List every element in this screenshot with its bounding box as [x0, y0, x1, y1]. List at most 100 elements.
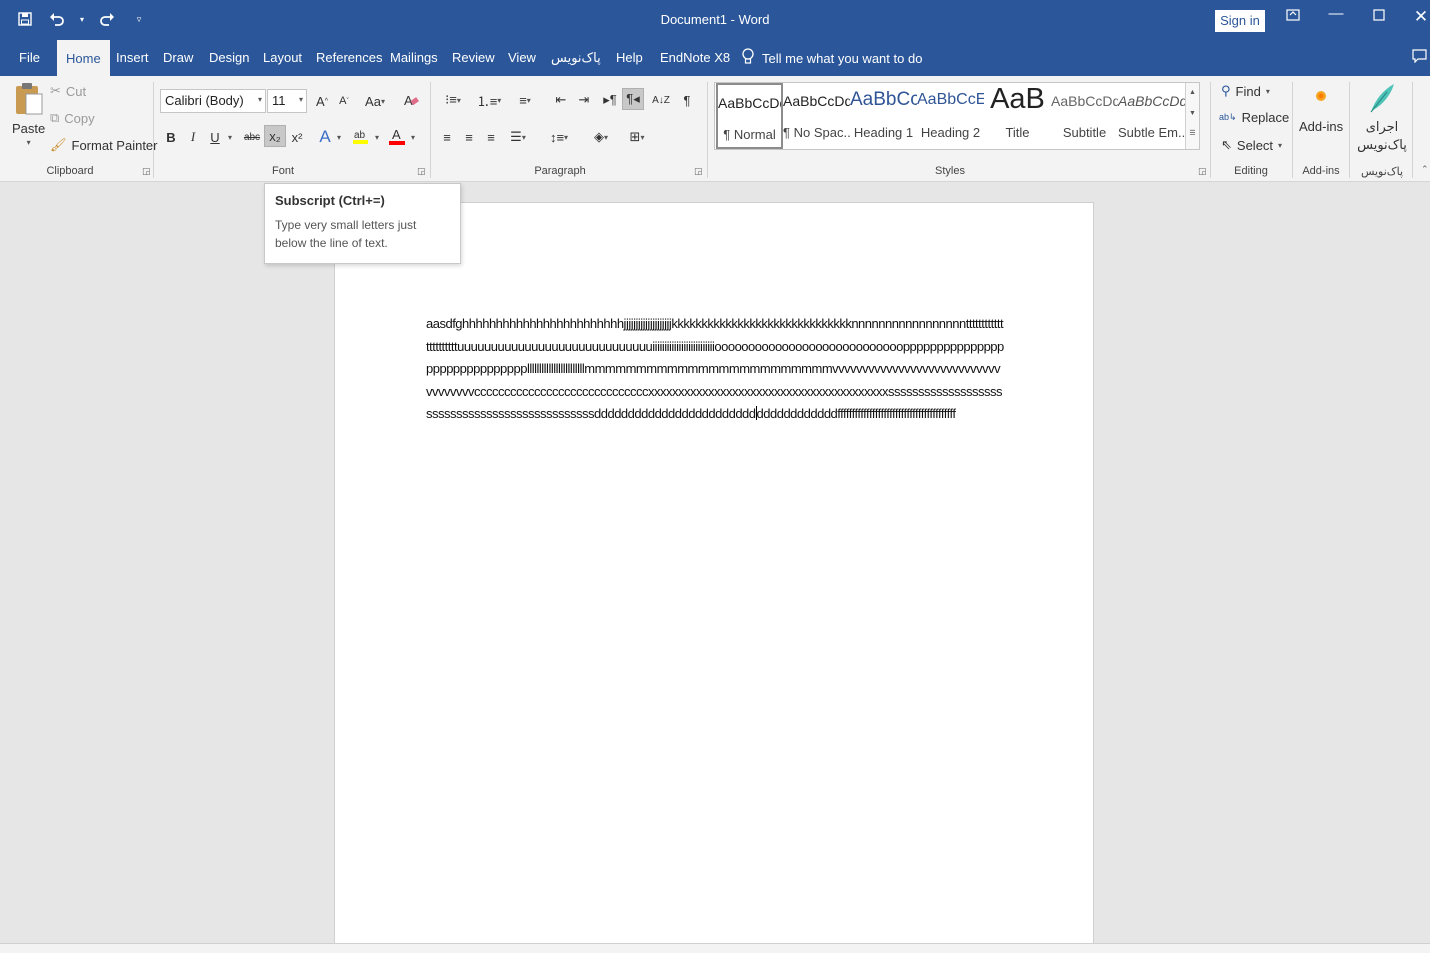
tab-endnote[interactable]: EndNote X8 [660, 50, 730, 65]
divider [153, 82, 154, 178]
ribbon-display-options-icon[interactable] [1280, 8, 1306, 25]
divider [1349, 82, 1350, 178]
font-group-label: Font [271, 165, 294, 177]
shrink-font-button[interactable]: Aˇ [333, 90, 355, 112]
tell-me-box[interactable]: Tell me what you want to do [742, 48, 922, 69]
undo-icon[interactable] [46, 8, 68, 30]
style-no-spacing[interactable]: AaBbCcDd ¶ No Spac... [783, 83, 850, 149]
style-title[interactable]: AaB Title [984, 83, 1051, 149]
comments-icon[interactable] [1412, 49, 1427, 66]
style-heading-1[interactable]: AaBbCc Heading 1 [850, 83, 917, 149]
underline-dropdown-icon[interactable]: ▾ [224, 126, 236, 148]
add-ins-button[interactable]: Add-ins [1299, 90, 1343, 134]
subscript-button[interactable]: x₂ [264, 125, 286, 147]
tab-help[interactable]: Help [616, 50, 643, 65]
line-spacing-button[interactable]: ↕≡ ▾ [544, 126, 574, 148]
sign-in-button[interactable]: Sign in [1215, 10, 1265, 32]
document-page[interactable]: aasdfghhhhhhhhhhhhhhhhhhhhhhhhjjjjjjjjjj… [334, 202, 1094, 953]
italic-button[interactable]: I [182, 126, 204, 148]
styles-gallery-scroll[interactable]: ▲ ▼ ☰ [1185, 83, 1199, 149]
tab-design[interactable]: Design [209, 50, 249, 65]
tab-review[interactable]: Review [452, 50, 495, 65]
font-family-combo[interactable]: Calibri (Body) ▾ [160, 89, 266, 113]
font-color-dropdown-icon[interactable]: ▾ [407, 126, 419, 148]
style-normal[interactable]: AaBbCcDd ¶ Normal [716, 83, 783, 149]
tab-insert[interactable]: Insert [116, 50, 149, 65]
style-preview: AaBbCc [850, 89, 917, 110]
redo-icon[interactable] [96, 8, 118, 30]
font-size-combo[interactable]: 11 ▾ [267, 89, 307, 113]
align-left-button[interactable]: ≡ [436, 126, 458, 148]
style-heading-2[interactable]: AaBbCcE Heading 2 [917, 83, 984, 149]
align-right-button[interactable]: ≡ [480, 126, 502, 148]
numbering-button[interactable]: ⒈≡ ▾ [474, 89, 504, 111]
strikethrough-button[interactable]: abc [240, 126, 264, 148]
tab-paknevis[interactable]: پاک‌نویس [551, 50, 601, 66]
ltr-direction-button[interactable]: ▸¶ [599, 89, 621, 111]
format-painter-button[interactable]: 🖌 Format Painter [50, 137, 158, 153]
clipboard-launcher-icon[interactable]: ◲ [142, 166, 151, 177]
tab-mailings[interactable]: Mailings [390, 50, 438, 65]
decrease-indent-button[interactable]: ⇤ [550, 89, 572, 111]
style-preview: AaBbCcE [917, 91, 984, 108]
font-launcher-icon[interactable]: ◲ [417, 166, 426, 177]
borders-button[interactable]: ⊞ ▾ [622, 126, 652, 148]
highlight-button[interactable]: ab [350, 126, 372, 148]
style-subtitle[interactable]: AaBbCcDd Subtitle [1051, 83, 1118, 149]
tab-home[interactable]: Home [57, 40, 110, 76]
change-case-button[interactable]: Aa ▾ [360, 90, 390, 112]
superscript-button[interactable]: x² [286, 126, 308, 148]
underline-button[interactable]: U [204, 126, 226, 148]
increase-indent-button[interactable]: ⇥ [573, 89, 595, 111]
replace-button[interactable]: ab↳ Replace [1219, 110, 1289, 125]
bold-button[interactable]: B [160, 126, 182, 148]
select-button[interactable]: ⇖ Select ▾ [1221, 137, 1282, 153]
run-paknevis-button[interactable]: اجرای پاک‌نویس [1355, 82, 1409, 153]
paknevis-label-2: پاک‌نویس [1357, 137, 1407, 152]
sort-button[interactable]: A↓Z [650, 89, 672, 111]
chevron-down-icon: ▾ [298, 95, 303, 104]
tab-layout[interactable]: Layout [263, 50, 302, 65]
text-after-cursor: ddddddddddddffffffffffffffffffffffffffff… [756, 406, 956, 421]
clear-formatting-button[interactable]: A [400, 90, 422, 112]
customize-qat-icon[interactable]: ▿ [128, 8, 150, 30]
rtl-direction-button[interactable]: ¶◂ [622, 88, 644, 110]
minimize-icon[interactable]: — [1323, 5, 1349, 22]
grow-font-button[interactable]: A ^ [311, 90, 333, 112]
font-color-button[interactable]: A [386, 126, 408, 148]
paste-label: Paste [12, 121, 46, 136]
cut-button[interactable]: ✂ Cut [50, 83, 86, 99]
document-area[interactable]: aasdfghhhhhhhhhhhhhhhhhhhhhhhhjjjjjjjjjj… [0, 183, 1430, 953]
bullets-button[interactable]: ⁝≡ ▾ [438, 89, 468, 111]
divider [430, 82, 431, 178]
justify-button[interactable]: ☰ ▾ [503, 126, 533, 148]
chevron-up-icon[interactable]: ▲ [1186, 89, 1199, 96]
styles-launcher-icon[interactable]: ◲ [1198, 166, 1207, 177]
chevron-down-icon[interactable]: ▼ [1186, 110, 1199, 117]
text-effects-dropdown-icon[interactable]: ▾ [333, 126, 345, 148]
style-name: Subtitle [1062, 125, 1107, 140]
show-formatting-button[interactable]: ¶ [676, 89, 698, 111]
more-styles-icon[interactable]: ☰ [1186, 129, 1199, 137]
close-icon[interactable]: ✕ [1408, 7, 1430, 27]
tab-draw[interactable]: Draw [163, 50, 193, 65]
paste-button[interactable]: Paste ▾ [12, 82, 45, 147]
tab-references[interactable]: References [316, 50, 382, 65]
collapse-ribbon-icon[interactable]: ⌃ [1421, 164, 1429, 175]
multilevel-list-button[interactable]: ≡ ▾ [510, 89, 540, 111]
maximize-icon[interactable] [1366, 8, 1392, 25]
paragraph-launcher-icon[interactable]: ◲ [694, 166, 703, 177]
tab-view[interactable]: View [508, 50, 536, 65]
document-body-text[interactable]: aasdfghhhhhhhhhhhhhhhhhhhhhhhhjjjjjjjjjj… [426, 313, 1006, 426]
align-center-button[interactable]: ≡ [458, 126, 480, 148]
tab-file[interactable]: File [19, 50, 40, 65]
highlight-dropdown-icon[interactable]: ▾ [371, 126, 383, 148]
copy-button[interactable]: ⧉ Copy [50, 110, 95, 126]
undo-dropdown-icon[interactable]: ▾ [78, 8, 86, 30]
numbering-icon: ⒈≡ [476, 93, 498, 109]
save-icon[interactable] [14, 8, 36, 30]
paint-bucket-icon: ◈ [593, 129, 604, 144]
find-button[interactable]: ⚲ Find ▾ [1221, 83, 1270, 99]
style-subtle-emphasis[interactable]: AaBbCcDd Subtle Em... [1118, 83, 1185, 149]
shading-button[interactable]: ◈ ▾ [586, 126, 616, 148]
